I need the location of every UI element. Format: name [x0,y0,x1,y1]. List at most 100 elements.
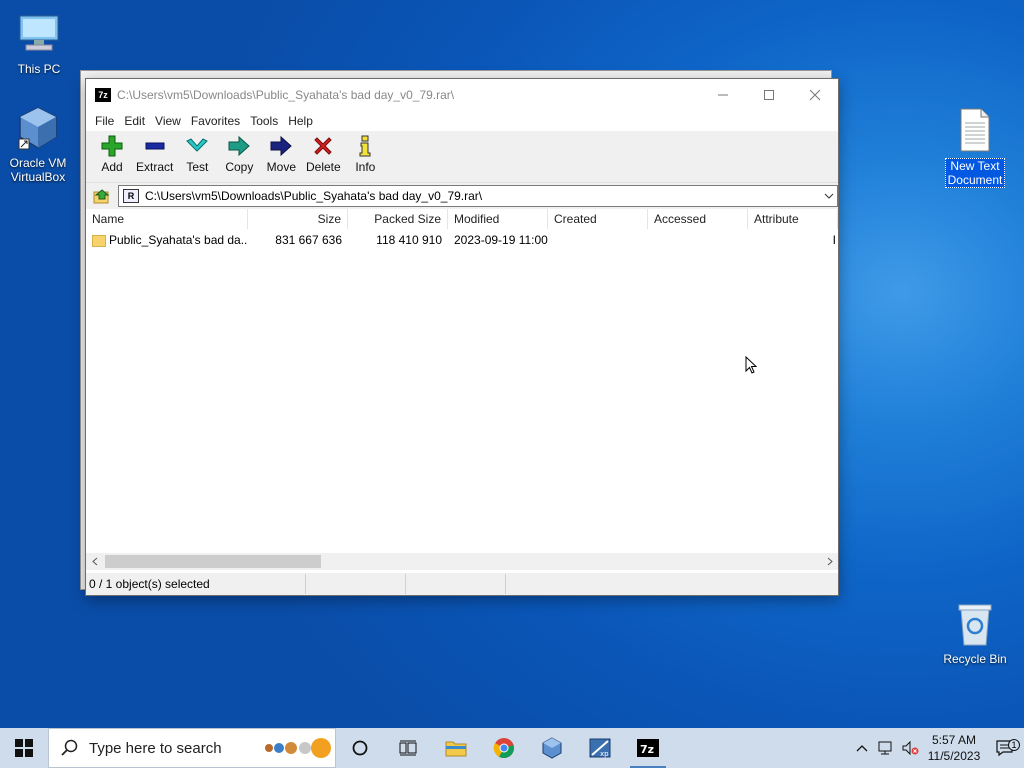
close-button[interactable] [792,79,838,111]
text-document-icon [951,106,999,154]
computer-icon [15,10,63,58]
column-name[interactable]: Name [86,209,248,229]
taskbar-search-box[interactable]: Type here to search [48,728,336,768]
close-icon [809,89,821,101]
info-icon [353,135,377,157]
cortana-button[interactable] [336,728,384,768]
address-dropdown-button[interactable] [821,193,837,199]
scroll-left-button[interactable] [86,553,103,570]
minimize-button[interactable] [700,79,746,111]
clock-date: 11/5/2023 [927,749,981,763]
menu-view[interactable]: View [150,114,186,128]
desktop-icon-new-text-document[interactable]: New Text Document [938,106,1012,188]
up-folder-button[interactable] [92,186,112,206]
column-size[interactable]: Size [248,209,348,229]
file-name: Public_Syahata's bad da... [109,233,248,247]
7zip-icon: 7z [637,739,659,757]
title-bar[interactable]: 7z C:\Users\vm5\Downloads\Public_Syahata… [86,79,838,111]
address-path-field[interactable]: R C:\Users\vm5\Downloads\Public_Syahata'… [118,185,838,207]
attribute-cell: I [832,233,836,247]
volume-button[interactable] [898,740,922,756]
svg-text:xp: xp [600,750,609,758]
menu-help[interactable]: Help [283,114,318,128]
taskbar-7zip[interactable]: 7z [624,728,672,768]
taskbar-file-explorer[interactable] [432,728,480,768]
folder-icon [445,741,467,757]
vm-xp-icon: xp [589,738,611,758]
column-attribute[interactable]: Attribute [748,209,838,229]
chrome-icon [493,738,514,759]
clock[interactable]: 5:57 AM 11/5/2023 [922,732,986,764]
horizontal-scrollbar[interactable] [86,553,838,570]
move-arrow-icon [269,135,293,157]
clock-time: 5:57 AM [931,733,977,747]
file-size-cell: 831 667 636 [275,233,342,247]
menu-tools[interactable]: Tools [245,114,283,128]
mouse-cursor-icon [745,356,757,374]
window-title: C:\Users\vm5\Downloads\Public_Syahata's … [117,88,455,102]
move-button[interactable]: Move [261,131,301,174]
desktop-icon-recycle-bin[interactable]: Recycle Bin [938,600,1012,666]
add-button[interactable]: Add [92,131,132,174]
show-hidden-icons-button[interactable] [850,744,874,752]
start-button[interactable] [0,728,48,768]
scroll-thumb[interactable] [105,555,321,568]
address-path-text: C:\Users\vm5\Downloads\Public_Syahata's … [145,189,483,203]
info-button[interactable]: Info [345,131,385,174]
column-modified[interactable]: Modified [448,209,548,229]
recycle-bin-icon [951,600,999,648]
file-name-cell: Public_Syahata's bad da... [86,233,248,247]
taskbar: Type here to search xp 7z 5:57 AM 11/5/2… [0,728,1024,768]
cortana-circle-icon [352,740,368,756]
notification-count-badge: 1 [1008,739,1020,751]
copy-arrow-icon [227,135,251,157]
column-packed-size[interactable]: Packed Size [348,209,448,229]
menu-file[interactable]: File [90,114,119,128]
up-folder-icon [93,189,110,204]
taskbar-chrome[interactable] [480,728,528,768]
menu-favorites[interactable]: Favorites [186,114,245,128]
taskbar-virtualbox[interactable] [528,728,576,768]
table-row[interactable]: Public_Syahata's bad da... 831 667 636 1… [86,229,838,251]
extract-button[interactable]: Extract [134,131,175,174]
maximize-button[interactable] [746,79,792,111]
network-button[interactable] [874,740,898,756]
network-icon [878,741,892,755]
desktop-icon-virtualbox[interactable]: Oracle VM VirtualBox [1,104,75,184]
scroll-right-button[interactable] [821,553,838,570]
maximize-icon [764,90,774,100]
status-segment [306,574,406,594]
desktop-icon-label: Recycle Bin [943,652,1007,666]
column-accessed[interactable]: Accessed [648,209,748,229]
search-highlights-icon[interactable] [261,736,335,760]
modified-cell: 2023-09-19 11:00 [454,233,548,247]
file-list: Name Size Packed Size Modified Created A… [86,209,838,571]
toolbar: Add Extract Test Copy Move Delete Info [86,131,838,183]
7zip-window: 7z C:\Users\vm5\Downloads\Public_Syahata… [85,78,839,596]
scroll-track[interactable] [103,555,821,568]
desktop-icon-label: Oracle VM VirtualBox [9,156,67,184]
chevron-left-icon [91,557,97,566]
menu-edit[interactable]: Edit [119,114,150,128]
windows-logo-icon [15,739,33,757]
desktop-icon-label: This PC [17,62,61,76]
copy-button[interactable]: Copy [219,131,259,174]
taskbar-xp-vm[interactable]: xp [576,728,624,768]
status-segment [506,574,606,594]
delete-button[interactable]: Delete [303,131,343,174]
delete-x-icon [311,135,335,157]
search-placeholder: Type here to search [89,739,222,757]
delete-label: Delete [306,160,341,174]
minus-icon [143,135,167,157]
rar-archive-icon: R [123,189,139,203]
folder-icon [92,234,106,247]
action-center-button[interactable]: 1 [986,739,1024,757]
volume-muted-icon [902,740,919,756]
task-view-button[interactable] [384,728,432,768]
test-button[interactable]: Test [177,131,217,174]
system-tray: 5:57 AM 11/5/2023 1 [850,728,1024,768]
column-created[interactable]: Created [548,209,648,229]
minimize-icon [718,94,728,96]
search-icon [61,739,78,756]
desktop-icon-this-pc[interactable]: This PC [2,10,76,76]
